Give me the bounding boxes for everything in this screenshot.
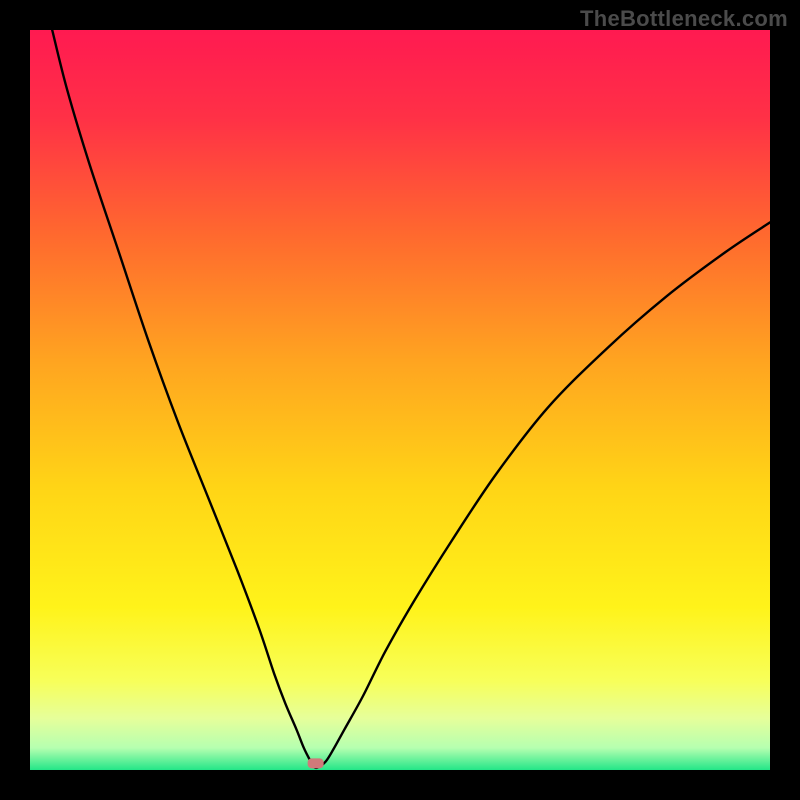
optimal-point-marker: [308, 758, 324, 768]
chart-frame: TheBottleneck.com: [0, 0, 800, 800]
bottleneck-chart: [0, 0, 800, 800]
plot-background: [30, 30, 770, 770]
